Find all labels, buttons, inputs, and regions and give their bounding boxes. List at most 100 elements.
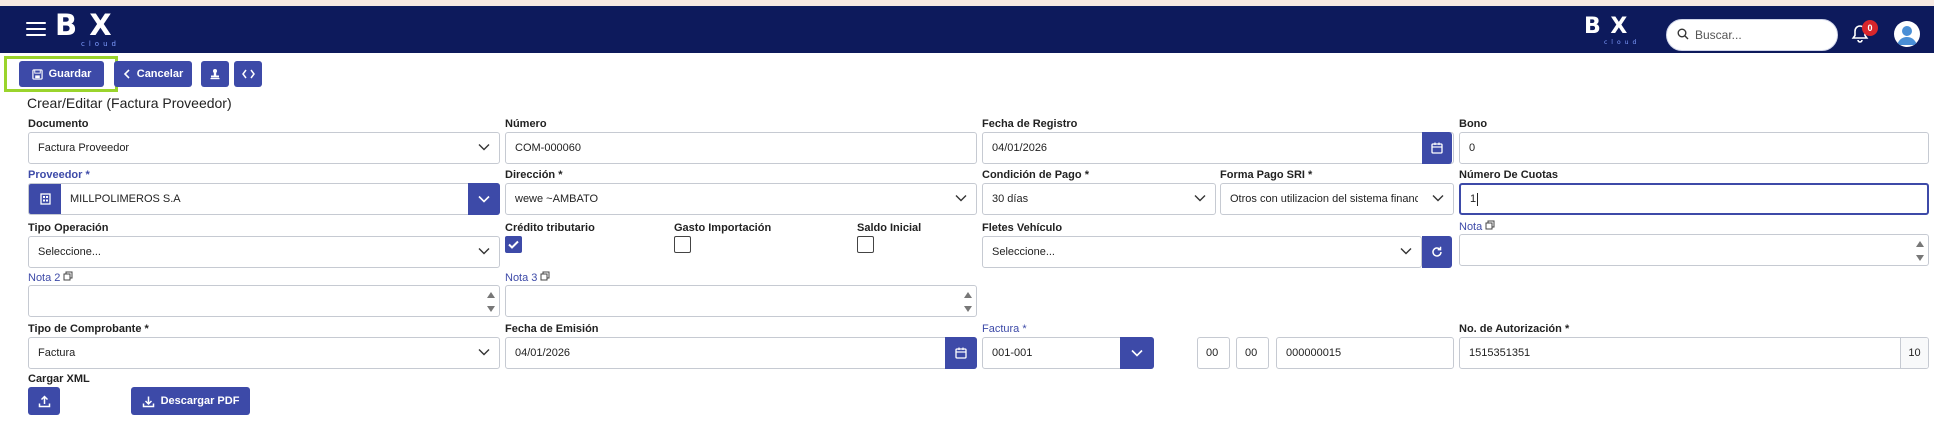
page-title: Crear/Editar (Factura Proveedor) — [27, 95, 232, 111]
scroll-down-icon[interactable] — [963, 304, 973, 314]
text-caret — [1477, 192, 1479, 206]
search-icon — [1677, 28, 1689, 40]
upload-icon — [38, 394, 50, 407]
navbar: B X cloud B X cloud 0 — [0, 6, 1934, 53]
code-button[interactable] — [234, 61, 262, 87]
tipo-comprobante-select[interactable]: Factura — [28, 337, 500, 369]
factura-pto-input[interactable]: 00 — [1236, 337, 1269, 369]
numero-value: COM-000060 — [515, 142, 582, 154]
search-input[interactable] — [1695, 26, 1829, 44]
fecha-registro-value: 04/01/2026 — [992, 142, 1048, 154]
documento-select[interactable]: Factura Proveedor — [28, 132, 500, 164]
logo-text: B X — [55, 8, 113, 42]
bono-value: 0 — [1469, 142, 1476, 154]
proveedor-label: Proveedor * — [28, 169, 90, 181]
calendar-button[interactable] — [1422, 132, 1452, 164]
download-pdf-button[interactable]: Descargar PDF — [131, 387, 250, 415]
stamp-icon — [210, 69, 220, 80]
credito-tributario-checkbox[interactable] — [505, 236, 522, 253]
search-box — [1666, 19, 1838, 51]
factura-label: Factura * — [982, 323, 1027, 335]
bono-input[interactable]: 0 — [1459, 132, 1929, 164]
chevron-down-icon — [478, 195, 490, 203]
autorizacion-label: No. de Autorización * — [1459, 323, 1570, 335]
copy-icon[interactable] — [1485, 220, 1495, 230]
scroll-up-icon[interactable] — [963, 290, 973, 300]
proveedor-dropdown-button[interactable] — [468, 183, 500, 215]
nota-input[interactable] — [1459, 234, 1929, 266]
direccion-select[interactable]: wewe ~AMBATO — [505, 183, 977, 215]
brand-logo-sub: cloud — [1604, 39, 1641, 46]
autorizacion-length: 10 — [1900, 338, 1928, 368]
gasto-importacion-checkbox[interactable] — [674, 236, 691, 253]
tipo-operacion-value: Seleccione... — [38, 246, 101, 258]
proveedor-select[interactable]: MILLPOLIMEROS S.A — [28, 183, 500, 215]
chevron-down-icon — [955, 195, 967, 202]
logo-sub: cloud — [81, 40, 120, 48]
print-button[interactable] — [201, 61, 229, 87]
avatar[interactable] — [1894, 21, 1920, 47]
cancel-button[interactable]: Cancelar — [114, 61, 192, 87]
calendar-icon — [955, 347, 967, 359]
direccion-value: wewe ~AMBATO — [515, 193, 599, 205]
upload-xml-button[interactable] — [28, 387, 60, 415]
factura-serie-value: 001-001 — [992, 347, 1033, 359]
factura-estab-value: 00 — [1206, 347, 1219, 359]
chevron-down-icon — [1194, 195, 1206, 202]
factura-dropdown-button[interactable] — [1120, 337, 1154, 369]
fecha-emision-input[interactable]: 04/01/2026 — [505, 337, 977, 369]
nota2-input[interactable] — [28, 285, 500, 317]
saldo-inicial-checkbox[interactable] — [857, 236, 874, 253]
refresh-icon — [1432, 246, 1442, 257]
scroll-down-icon[interactable] — [486, 304, 496, 314]
chevron-down-icon — [478, 144, 490, 151]
user-icon — [1897, 26, 1917, 45]
forma-pago-label: Forma Pago SRI * — [1220, 169, 1313, 181]
refresh-button[interactable] — [1422, 236, 1452, 268]
direccion-label: Dirección * — [505, 169, 563, 181]
factura-secuencial-input[interactable]: 000000015 — [1276, 337, 1454, 369]
condicion-pago-select[interactable]: 30 días — [982, 183, 1216, 215]
scroll-down-icon[interactable] — [1915, 253, 1925, 263]
nota3-input[interactable] — [505, 285, 977, 317]
cancel-label: Cancelar — [136, 68, 184, 80]
tipo-comprobante-label: Tipo de Comprobante * — [28, 323, 149, 335]
save-label: Guardar — [48, 68, 92, 80]
nota2-label: Nota 2 — [28, 271, 73, 284]
numero-cuotas-label: Número De Cuotas — [1459, 169, 1559, 181]
cargar-xml-label: Cargar XML — [28, 373, 90, 385]
condicion-pago-value: 30 días — [992, 193, 1029, 205]
scroll-up-icon[interactable] — [486, 290, 496, 300]
chevron-down-icon — [1400, 248, 1412, 255]
brand-logo: B X cloud — [1584, 14, 1636, 46]
fecha-registro-input[interactable]: 04/01/2026 — [982, 132, 1454, 164]
fletes-vehiculo-select[interactable]: Seleccione... — [982, 236, 1422, 268]
factura-estab-input[interactable]: 00 — [1197, 337, 1230, 369]
chevron-down-icon — [478, 248, 490, 255]
calendar-button[interactable] — [945, 337, 977, 369]
factura-secuencial-value: 000000015 — [1286, 347, 1342, 359]
proveedor-id-button[interactable] — [29, 184, 61, 214]
tipo-operacion-select[interactable]: Seleccione... — [28, 236, 500, 268]
fecha-emision-value: 04/01/2026 — [515, 347, 571, 359]
numero-input[interactable]: COM-000060 — [505, 132, 977, 164]
calendar-icon — [1431, 142, 1443, 154]
app-logo[interactable]: B X cloud — [55, 8, 116, 48]
copy-icon[interactable] — [540, 271, 550, 281]
fletes-vehiculo-value: Seleccione... — [992, 246, 1055, 258]
scroll-up-icon[interactable] — [1915, 239, 1925, 249]
numero-cuotas-input[interactable]: 1 — [1459, 183, 1929, 215]
building-icon — [39, 193, 51, 205]
documento-value: Factura Proveedor — [38, 142, 130, 154]
forma-pago-select[interactable]: Otros con utilizacion del sistema financ… — [1220, 183, 1454, 215]
autorizacion-input[interactable]: 1515351351 10 — [1459, 337, 1929, 369]
copy-icon[interactable] — [63, 271, 73, 281]
chevron-down-icon — [1432, 195, 1444, 202]
code-icon — [241, 69, 255, 79]
saldo-inicial-label: Saldo Inicial — [857, 222, 922, 234]
menu-icon[interactable] — [26, 22, 46, 38]
documento-label: Documento — [28, 118, 89, 130]
download-icon — [142, 396, 154, 407]
check-icon — [508, 240, 519, 249]
save-button[interactable]: Guardar — [19, 61, 104, 87]
